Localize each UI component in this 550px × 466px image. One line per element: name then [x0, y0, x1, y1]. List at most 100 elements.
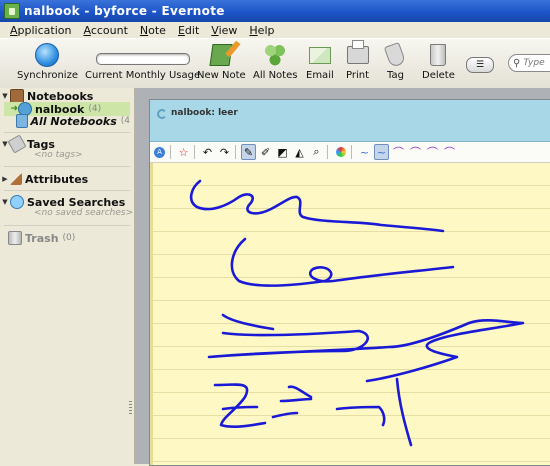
sidebar-splitter-handle[interactable] [129, 401, 132, 415]
no-tags-text: <no tags> [34, 150, 83, 160]
search-icon [10, 195, 24, 209]
search-icon: ⚲ [513, 57, 521, 69]
sidebar: ▼ Notebooks ➜ nalbook (4) All Notebooks … [0, 88, 135, 464]
notebooks-icon [10, 89, 24, 103]
tags-icon [7, 134, 27, 154]
monthly-usage-indicator[interactable]: Current Monthly Usage [85, 43, 200, 81]
ink-stroke [213, 383, 267, 428]
menu-note[interactable]: Note [140, 24, 166, 37]
saved-searches-label: Saved Searches [27, 195, 126, 209]
trash-can-icon [430, 44, 447, 66]
main-toolbar: Synchronize Current Monthly Usage New No… [0, 38, 550, 89]
highlighter-icon[interactable]: ✐ [258, 144, 273, 160]
ink-stroke [287, 385, 313, 399]
stroke-width-4-icon[interactable]: ⌒ [425, 144, 440, 160]
expand-triangle-icon[interactable]: ▼ [0, 198, 10, 206]
handwriting-strokes [189, 179, 525, 447]
all-notes-icon [264, 44, 287, 66]
all-notebooks-icon [15, 114, 28, 128]
sync-icon [35, 43, 60, 67]
new-note-icon [209, 44, 233, 66]
tag-icon [384, 41, 407, 69]
note-editor: nalbook: leer A ☆ ↶ ↷ ✎ ✐ ◩ ◭ ⌕ ~ ~ ⌒ ⌒ … [149, 99, 550, 466]
ink-toolbar: A ☆ ↶ ↷ ✎ ✐ ◩ ◭ ⌕ ~ ~ ⌒ ⌒ ⌒ ⌒ [150, 142, 550, 163]
tags-section-header[interactable]: ▼ Tags [0, 134, 134, 154]
star-icon[interactable]: ☆ [176, 144, 191, 160]
redo-icon[interactable]: ↷ [217, 144, 232, 160]
saved-searches-section-header[interactable]: ▼ Saved Searches [0, 195, 134, 209]
email-button[interactable]: Email [306, 43, 334, 81]
divider [4, 166, 130, 167]
stroke-width-5-icon[interactable]: ⌒ [442, 144, 457, 160]
note-sync-icon [157, 109, 167, 119]
eraser-icon[interactable]: ◩ [275, 144, 290, 160]
printer-icon [346, 40, 369, 64]
divider [4, 225, 130, 226]
menu-view[interactable]: View [211, 24, 237, 37]
ink-stroke [221, 313, 275, 331]
divider [4, 190, 130, 191]
ink-stroke [230, 237, 455, 287]
thin-stroke-icon[interactable]: ~ [357, 144, 372, 160]
menu-bar: Application Account Note Edit View Help [0, 22, 550, 38]
menu-application[interactable]: Application [10, 24, 71, 37]
notebook-item-all[interactable]: All Notebooks (4 [4, 114, 130, 128]
stroke-width-1-icon[interactable]: ~ [374, 144, 389, 160]
ink-stroke [279, 397, 313, 403]
ink-stroke [271, 411, 299, 419]
pen-tool-icon[interactable]: ✎ [241, 144, 256, 160]
divider [4, 132, 130, 133]
note-header: nalbook: leer [150, 100, 550, 142]
evernote-app-icon [4, 3, 20, 19]
tag-label: Tag [387, 70, 404, 81]
trash-label: Trash [25, 231, 59, 245]
synchronize-button[interactable]: Synchronize [17, 43, 78, 81]
note-title[interactable]: nalbook: leer [171, 108, 238, 118]
delete-button[interactable]: Delete [422, 43, 455, 81]
search-input[interactable] [523, 58, 550, 68]
window-title: nalbook - byforce - Evernote [24, 4, 225, 18]
trash-item[interactable]: Trash (0) [8, 231, 142, 245]
trash-icon [8, 231, 22, 245]
stroke-width-2-icon[interactable]: ⌒ [391, 144, 406, 160]
email-label: Email [306, 70, 334, 81]
title-bar: nalbook - byforce - Evernote [0, 0, 550, 22]
list-icon: ☰ [475, 60, 485, 70]
ink-canvas[interactable] [150, 163, 550, 465]
fill-icon[interactable]: ◭ [292, 144, 307, 160]
notebooks-section-header[interactable]: ▼ Notebooks [0, 89, 134, 103]
attributes-section-header[interactable]: ▶ Attributes [0, 172, 134, 186]
usage-progress-bar [95, 52, 190, 65]
email-icon [308, 46, 331, 64]
font-icon[interactable]: A [152, 144, 167, 160]
collapse-triangle-icon[interactable]: ▶ [0, 175, 10, 183]
menu-help[interactable]: Help [249, 24, 274, 37]
lasso-icon[interactable]: ⌕ [309, 144, 324, 160]
ink-stroke [207, 319, 525, 383]
new-note-button[interactable]: New Note [197, 43, 246, 81]
all-notes-button[interactable]: All Notes [253, 43, 297, 81]
notebook-count: (4) [88, 104, 102, 114]
menu-account[interactable]: Account [83, 24, 127, 37]
tags-label: Tags [27, 137, 55, 151]
search-box[interactable]: ⚲ [508, 54, 550, 72]
all-notebooks-count: (4 [120, 116, 130, 126]
trash-count: (0) [62, 233, 76, 243]
color-picker-icon[interactable] [333, 144, 348, 160]
menu-edit[interactable]: Edit [178, 24, 199, 37]
view-options-button[interactable]: ☰ [466, 57, 494, 73]
ink-stroke [395, 377, 413, 447]
undo-icon[interactable]: ↶ [200, 144, 215, 160]
expand-triangle-icon[interactable]: ▼ [0, 92, 10, 100]
ink-stroke [189, 179, 445, 233]
stroke-width-3-icon[interactable]: ⌒ [408, 144, 423, 160]
delete-label: Delete [422, 70, 455, 81]
ink-stroke [335, 405, 386, 427]
default-notebook-arrow-icon: ➜ [10, 104, 18, 114]
all-notebooks-label: All Notebooks [30, 114, 117, 128]
notebooks-label: Notebooks [27, 89, 94, 103]
tag-button[interactable]: Tag [384, 41, 407, 81]
all-notes-label: All Notes [253, 70, 298, 81]
print-button[interactable]: Print [346, 40, 369, 81]
attributes-label: Attributes [25, 172, 89, 186]
